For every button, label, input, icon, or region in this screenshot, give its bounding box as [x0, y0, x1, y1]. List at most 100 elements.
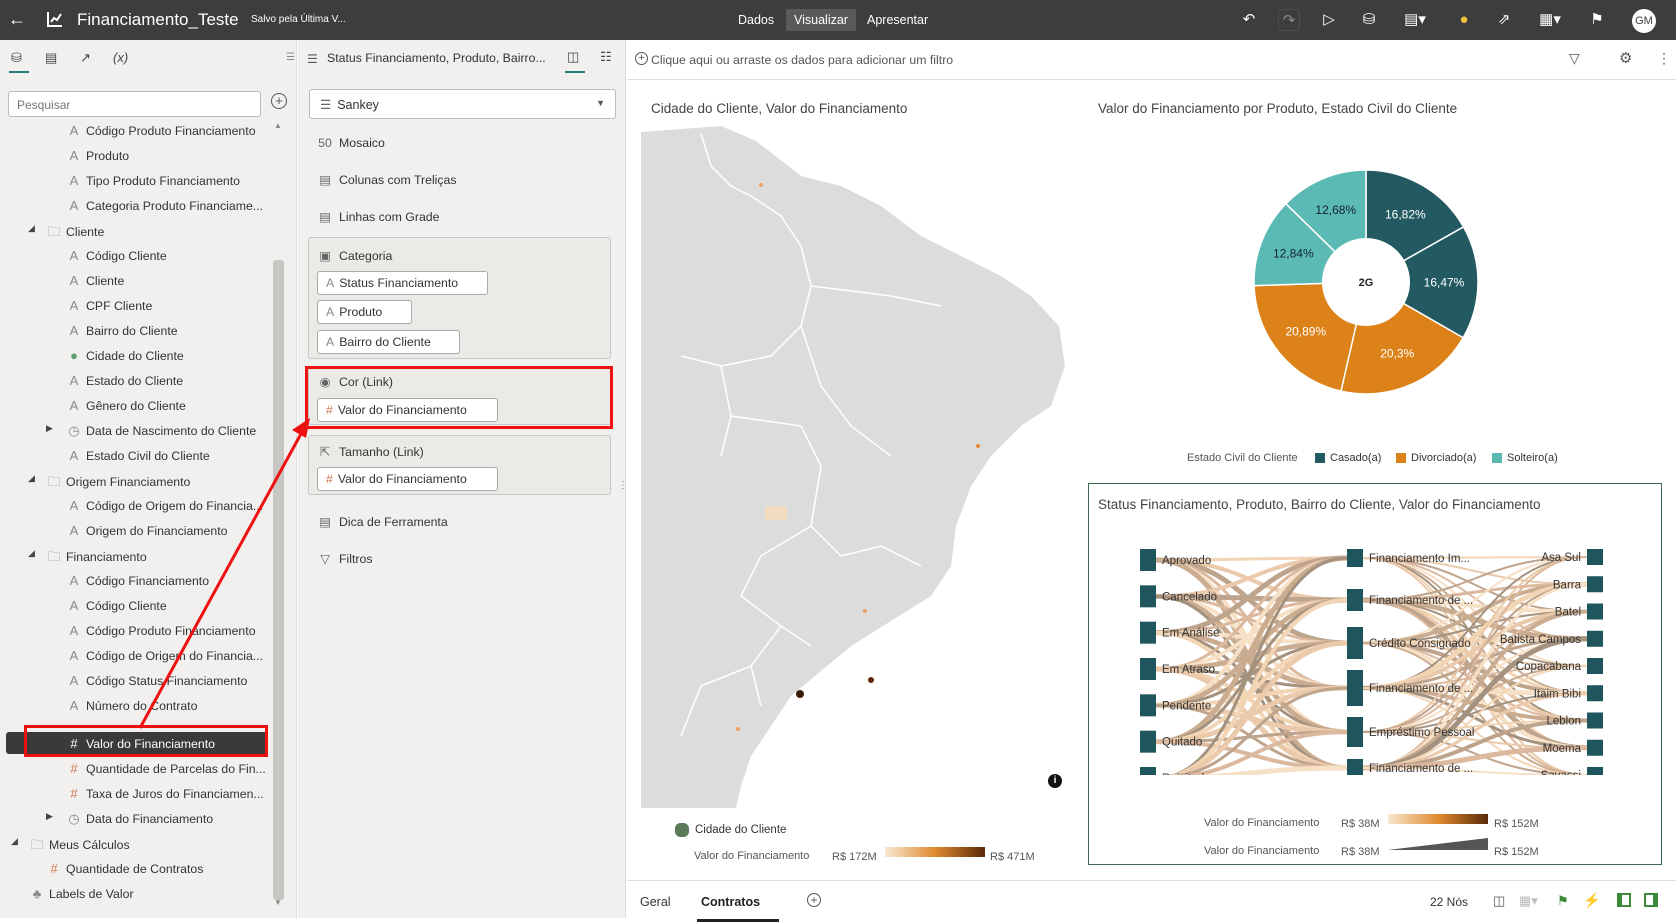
filter-toggle-icon[interactable]: ▽	[1569, 50, 1580, 67]
sankey-node-label: Pendente	[1162, 700, 1211, 712]
donut-chart[interactable]: 16,82% 16,47% 20,3% 20,89% 12,84% 12,68% 2G	[1246, 162, 1486, 402]
donut-slice-label: 16,47%	[1424, 275, 1465, 289]
grid-menu-icon[interactable]: ▦▾	[1519, 893, 1538, 909]
donut-slice-label: 16,82%	[1385, 208, 1426, 222]
sankey-node[interactable]	[1587, 685, 1603, 702]
map-canvas[interactable]	[641, 126, 1067, 808]
add-filter-icon: +	[635, 52, 648, 65]
map-point	[976, 444, 980, 448]
map-point	[863, 609, 867, 613]
filter-bar-text: Clique aqui ou arraste os dados para adi…	[651, 53, 954, 67]
legend-casado: Casado(a)	[1330, 452, 1382, 464]
donut-slice-label: 20,89%	[1285, 325, 1326, 339]
donut-legend-title: Estado Civil do Cliente	[1187, 452, 1298, 464]
sankey-node[interactable]	[1347, 549, 1363, 567]
panel-left-icon[interactable]	[1617, 893, 1631, 907]
map-point	[736, 727, 740, 731]
legend-divorciado: Divorciado(a)	[1411, 452, 1477, 464]
sankey-node[interactable]	[1347, 627, 1363, 659]
sankey-node[interactable]	[1347, 589, 1363, 611]
sankey-node-label: Cancelado	[1162, 591, 1217, 603]
sankey-node-label: Asa Sul	[1541, 552, 1581, 564]
map-legend-gradient	[885, 847, 985, 857]
sankey-node[interactable]	[1140, 730, 1156, 753]
canvas-tab-geral[interactable]: Geral	[640, 895, 671, 909]
sankey-node[interactable]	[1140, 767, 1156, 775]
sankey-node[interactable]	[1587, 658, 1603, 674]
panel-right-icon[interactable]	[1644, 893, 1658, 907]
sankey-legend-size-min: R$ 38M	[1341, 846, 1380, 858]
sankey-node-label: Financiamento de ...	[1369, 763, 1473, 775]
legend-swatch-divorciado	[1396, 453, 1406, 463]
sankey-node[interactable]	[1347, 759, 1363, 775]
node-count: 22 Nós	[1430, 895, 1469, 909]
sankey-node-label: Moema	[1543, 743, 1582, 755]
sankey-legend-size-wedge	[1388, 838, 1488, 850]
map-legend-max: R$ 471M	[990, 851, 1035, 863]
pin-icon[interactable]: ⚑	[1557, 893, 1569, 909]
map-legend-icon	[675, 823, 689, 837]
sankey-legend-color-measure: Valor do Financiamento	[1204, 817, 1320, 829]
sankey-node-label: Itaim Bibi	[1534, 688, 1581, 700]
donut-slice-label: 20,3%	[1380, 346, 1414, 360]
donut-slice-label: 12,84%	[1273, 247, 1314, 261]
sankey-node-label: Em Análise	[1162, 628, 1220, 640]
sankey-node-label: Batel	[1555, 607, 1581, 619]
filter-bar[interactable]: + Clique aqui ou arraste os dados para a…	[627, 40, 1676, 80]
sankey-node[interactable]	[1587, 739, 1603, 756]
legend-solteiro: Solteiro(a)	[1507, 452, 1558, 464]
sankey-node[interactable]	[1587, 767, 1603, 775]
map-point	[868, 677, 874, 683]
info-icon[interactable]: i	[1048, 774, 1062, 788]
sankey-legend-size-measure: Valor do Financiamento	[1204, 845, 1320, 857]
sankey-node-label: Savassi	[1541, 770, 1581, 775]
donut-center-label: 2G	[1359, 277, 1374, 289]
sankey-node-label: Financiamento Im...	[1369, 553, 1470, 565]
sankey-node-label: Rejeitado	[1162, 773, 1211, 775]
sankey-node-label: Leblon	[1546, 716, 1581, 728]
legend-swatch-casado	[1315, 453, 1325, 463]
sankey-node-label: Empréstimo Pessoal	[1369, 727, 1474, 739]
sankey-node-label: Financiamento de ...	[1369, 595, 1473, 607]
lightning-icon[interactable]: ⚡	[1583, 892, 1600, 909]
sankey-node[interactable]	[1587, 712, 1603, 729]
map-legend-series: Cidade do Cliente	[695, 824, 787, 836]
donut-title: Valor do Financiamento por Produto, Esta…	[1098, 101, 1458, 116]
map-region-highlight	[765, 506, 787, 520]
sankey-chart[interactable]: Aprovado Cancelado Em Análise Em Atraso Pend…	[1140, 545, 1610, 775]
sankey-node[interactable]	[1140, 694, 1156, 717]
sankey-node-label: Copacabana	[1516, 661, 1582, 673]
donut-slice-label: 12,68%	[1315, 203, 1356, 217]
sankey-legend-color-min: R$ 38M	[1341, 818, 1380, 830]
sankey-node[interactable]	[1347, 717, 1363, 747]
sankey-legend-color-max: R$ 152M	[1494, 818, 1539, 830]
settings-icon[interactable]: ⚙	[1619, 49, 1632, 67]
map-point	[759, 183, 763, 187]
sankey-node-label: Aprovado	[1162, 555, 1211, 567]
canvas-tabs-bar: Geral Contratos + 22 Nós ◫ ▦▾ ⚑ ⚡	[627, 880, 1676, 922]
sankey-node[interactable]	[1587, 549, 1603, 565]
sankey-node-label: Financiamento de ...	[1369, 683, 1473, 695]
legend-swatch-solteiro	[1492, 453, 1502, 463]
sankey-node[interactable]	[1347, 670, 1363, 706]
sankey-node[interactable]	[1587, 630, 1603, 647]
map-title: Cidade do Cliente, Valor do Financiament…	[651, 101, 908, 116]
add-canvas-icon[interactable]: +	[807, 893, 821, 907]
sankey-node-label: Em Atraso	[1162, 664, 1215, 676]
layout-icon[interactable]: ◫	[1493, 893, 1505, 909]
sankey-legend-gradient	[1388, 814, 1488, 824]
sankey-legend-size-max: R$ 152M	[1494, 846, 1539, 858]
sankey-node[interactable]	[1140, 621, 1156, 644]
sankey-node-label: Batista Campos	[1500, 634, 1581, 646]
sankey-title: Status Financiamento, Produto, Bairro do…	[1098, 497, 1541, 512]
sankey-node-label: Barra	[1553, 579, 1582, 591]
sankey-node[interactable]	[1140, 549, 1156, 571]
sankey-node[interactable]	[1587, 576, 1603, 593]
map-legend-measure: Valor do Financiamento	[694, 850, 810, 862]
sankey-node[interactable]	[1140, 585, 1156, 608]
map-point	[796, 690, 804, 698]
canvas-tab-contratos[interactable]: Contratos	[701, 895, 760, 909]
more-options-icon[interactable]: ⋮	[1657, 50, 1671, 67]
sankey-node[interactable]	[1140, 658, 1156, 680]
sankey-node[interactable]	[1587, 603, 1603, 620]
